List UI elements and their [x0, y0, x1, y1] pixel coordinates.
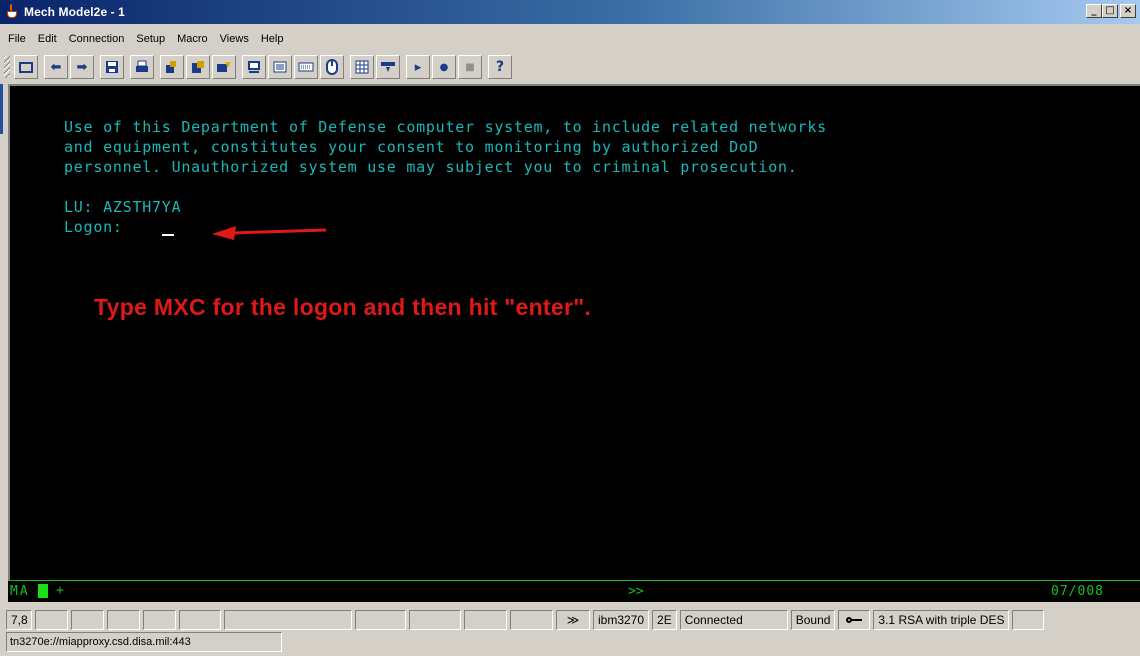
status-bar: 7,8 ≫ ibm3270 2E Connected Bound 3.1 RSA…	[0, 608, 1140, 632]
bound-status: Bound	[790, 610, 836, 630]
copy-icon[interactable]	[160, 55, 184, 79]
lu-label: LU: AZSTH7YA	[64, 198, 182, 216]
maximize-button[interactable]: □	[1102, 4, 1118, 18]
play-icon[interactable]: ▸	[406, 55, 430, 79]
display-icon[interactable]	[14, 55, 38, 79]
record-icon[interactable]: ●	[432, 55, 456, 79]
oia-plus: +	[56, 583, 64, 598]
toolbar-grip[interactable]	[4, 56, 10, 78]
keypad-icon[interactable]	[268, 55, 292, 79]
connection-url: tn3270e://miapproxy.csd.disa.mil:443	[6, 632, 282, 652]
menu-file[interactable]: File	[0, 33, 32, 45]
security-status: 3.1 RSA with triple DES	[873, 610, 1010, 630]
status-cell	[510, 610, 553, 630]
status-cell	[143, 610, 176, 630]
print-icon[interactable]	[130, 55, 154, 79]
stop-icon[interactable]: ■	[458, 55, 482, 79]
toolbar: ⬅ ➡ ▸ ● ■ ?	[0, 52, 1140, 82]
operator-info-area: MA + >> 07/008	[8, 580, 1140, 602]
edit-icon[interactable]	[212, 55, 236, 79]
arrow-left-icon[interactable]: ⬅	[44, 55, 68, 79]
oia-ma: MA	[10, 584, 30, 599]
cursor-position: 7,8	[6, 610, 32, 630]
title-bar[interactable]: Mech Model2e - 1 _ □ ×	[0, 0, 1140, 24]
status-cell	[409, 610, 461, 630]
transfer-icon[interactable]	[376, 55, 400, 79]
menu-connection[interactable]: Connection	[63, 33, 131, 45]
arrow-right-icon[interactable]: ➡	[70, 55, 94, 79]
key-icon	[838, 610, 871, 630]
oia-chevrons: >>	[628, 584, 644, 599]
menu-setup[interactable]: Setup	[130, 33, 171, 45]
status-cell	[355, 610, 406, 630]
oia-cursor-position: 07/008	[1051, 584, 1104, 599]
status-cell	[224, 610, 352, 630]
connection-status: Connected	[679, 610, 788, 630]
screen-icon[interactable]	[242, 55, 266, 79]
terminal-type: ibm3270	[593, 610, 650, 630]
grid-icon[interactable]	[350, 55, 374, 79]
menu-edit[interactable]: Edit	[32, 33, 63, 45]
minimize-button[interactable]: _	[1086, 4, 1102, 18]
window-edge	[0, 84, 8, 604]
status-cell	[35, 610, 68, 630]
status-cell	[71, 610, 104, 630]
menu-macro[interactable]: Macro	[171, 33, 214, 45]
window-title: Mech Model2e - 1	[24, 5, 125, 19]
terminal-cursor[interactable]	[162, 234, 174, 236]
menu-views[interactable]: Views	[214, 33, 255, 45]
mouse-icon[interactable]	[320, 55, 344, 79]
paste-icon[interactable]	[186, 55, 210, 79]
terminal-line: and equipment, constitutes your consent …	[64, 138, 759, 156]
terminal-line: personnel. Unauthorized system use may s…	[64, 158, 798, 176]
save-icon[interactable]	[100, 55, 124, 79]
status-cell	[107, 610, 140, 630]
terminal-screen[interactable]: Use of this Department of Defense comput…	[8, 84, 1140, 602]
close-button[interactable]: ×	[1120, 4, 1136, 18]
java-cup-icon	[4, 4, 20, 20]
status-cell	[464, 610, 507, 630]
keyboard-icon[interactable]	[294, 55, 318, 79]
terminal-model: 2E	[652, 610, 677, 630]
chevron-icon[interactable]: ≫	[556, 610, 590, 630]
window-controls: _ □ ×	[1086, 4, 1136, 18]
menu-bar: File Edit Connection Setup Macro Views H…	[0, 28, 1140, 50]
instruction-annotation: Type MXC for the logon and then hit "ent…	[94, 294, 592, 320]
status-cell	[179, 610, 221, 630]
terminal-line: Use of this Department of Defense comput…	[64, 118, 827, 136]
status-cell	[1012, 610, 1045, 630]
help-icon[interactable]: ?	[488, 55, 512, 79]
red-arrow-icon	[212, 226, 327, 240]
oia-indicator	[38, 584, 48, 598]
app-window: Mech Model2e - 1 _ □ × File Edit Connect…	[0, 0, 1140, 656]
logon-prompt: Logon:	[64, 218, 123, 236]
menu-help[interactable]: Help	[255, 33, 290, 45]
